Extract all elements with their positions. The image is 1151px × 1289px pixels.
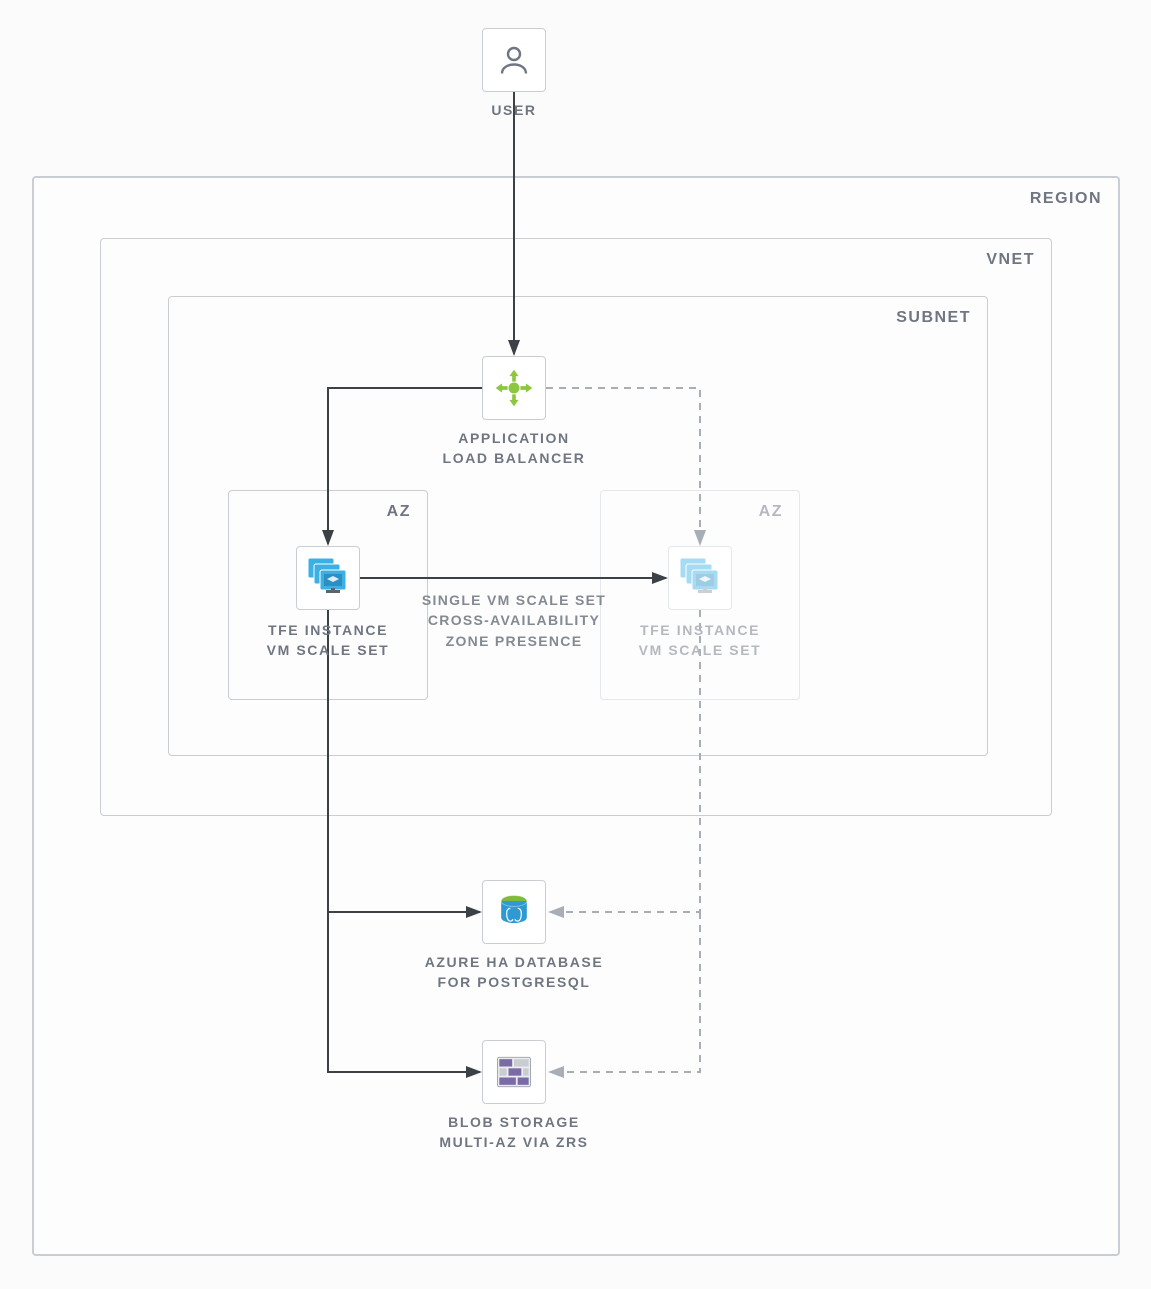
tfe-az2-label: TFE INSTANCE VM SCALE SET [604, 620, 796, 661]
tfe-instance-az2 [668, 546, 732, 610]
tfe-az1-line2: VM SCALE SET [267, 642, 390, 658]
tfe-instance-az1 [296, 546, 360, 610]
db-label: AZURE HA DATABASE FOR POSTGRESQL [400, 952, 628, 993]
tfe-az2-line2: VM SCALE SET [639, 642, 762, 658]
postgresql-node [482, 880, 546, 944]
lb-label-line2: LOAD BALANCER [443, 450, 586, 466]
tfe-az1-line1: TFE INSTANCE [268, 622, 388, 638]
blob-storage-node [482, 1040, 546, 1104]
vm-scale-set-icon [304, 554, 352, 602]
load-balancer-node [482, 356, 546, 420]
architecture-diagram: REGION VNET SUBNET AZ AZ [0, 0, 1151, 1289]
user-label: USER [432, 100, 596, 120]
lb-label: APPLICATION LOAD BALANCER [400, 428, 628, 469]
user-icon [496, 42, 532, 78]
vnet-label: VNET [986, 251, 1035, 269]
az1-label: AZ [387, 503, 411, 521]
user-node [482, 28, 546, 92]
tfe-az2-line1: TFE INSTANCE [640, 622, 760, 638]
cross-az-annotation: SINGLE VM SCALE SET CROSS-AVAILABILITY Z… [416, 590, 612, 651]
lb-label-line1: APPLICATION [458, 430, 569, 446]
az2-label: AZ [759, 503, 783, 521]
vm-scale-set-icon-faded [676, 554, 724, 602]
db-line2: FOR POSTGRESQL [437, 974, 590, 990]
database-icon [492, 890, 536, 934]
tfe-az1-label: TFE INSTANCE VM SCALE SET [232, 620, 424, 661]
mid-line1: SINGLE VM SCALE SET [422, 592, 606, 608]
subnet-label: SUBNET [896, 309, 971, 327]
blob-label: BLOB STORAGE MULTI-AZ VIA ZRS [400, 1112, 628, 1153]
db-line1: AZURE HA DATABASE [425, 954, 604, 970]
blob-line1: BLOB STORAGE [448, 1114, 580, 1130]
blob-storage-icon [492, 1050, 536, 1094]
mid-line3: ZONE PRESENCE [446, 633, 583, 649]
blob-line2: MULTI-AZ VIA ZRS [439, 1134, 588, 1150]
mid-line2: CROSS-AVAILABILITY [428, 612, 600, 628]
user-label-text: USER [491, 102, 536, 118]
region-label: REGION [1030, 190, 1102, 208]
load-balancer-icon [492, 366, 536, 410]
